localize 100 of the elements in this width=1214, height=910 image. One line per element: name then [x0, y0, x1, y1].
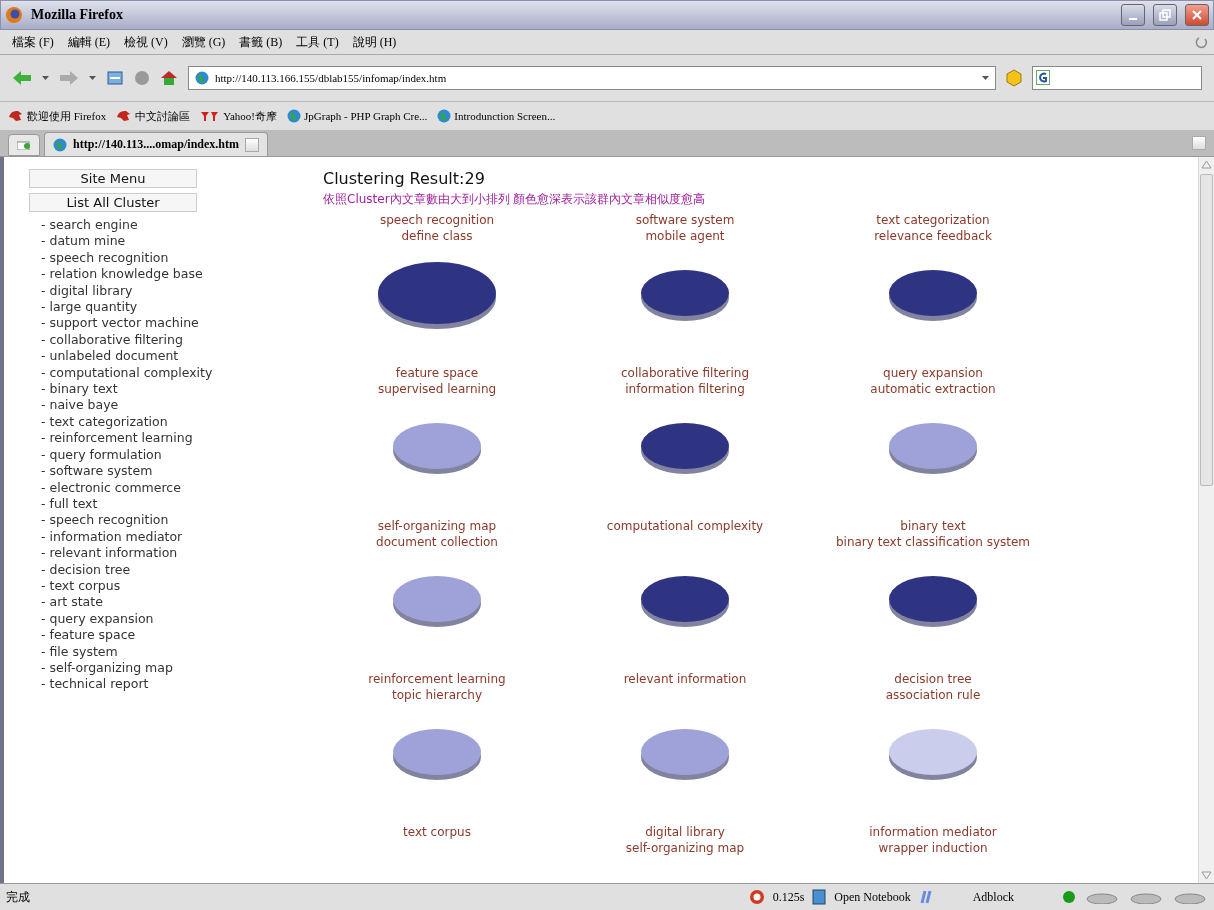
cluster-label[interactable]: binary text classification system — [835, 534, 1031, 550]
cluster-link[interactable]: - software system — [41, 463, 304, 480]
bookmark-item[interactable]: 歡迎使用 Firefox — [8, 108, 107, 124]
shield-icon[interactable] — [1006, 69, 1022, 87]
cluster-link[interactable]: - self-organizing map — [41, 659, 304, 677]
cluster-label[interactable]: text categorization — [876, 212, 990, 228]
address-field[interactable]: http://140.113.166.155/dblab155/infomap/index.htm — [188, 66, 996, 90]
restore-icon — [1159, 9, 1171, 21]
home-icon[interactable] — [160, 70, 178, 86]
cluster-ellipse[interactable] — [641, 423, 729, 475]
cluster-link[interactable]: - decision tree — [41, 561, 304, 578]
globe-icon — [195, 71, 209, 85]
cluster-label[interactable]: supervised learning — [377, 381, 497, 397]
cluster-link[interactable]: - computational complexity — [41, 364, 304, 382]
cluster-label[interactable]: self-organizing map — [625, 840, 745, 856]
dropdown-caret-icon[interactable] — [982, 76, 989, 80]
cluster-label[interactable]: define class — [401, 228, 473, 244]
cluster-label[interactable]: association rule — [885, 687, 981, 703]
menu-item[interactable]: 檔案 (F) — [6, 33, 60, 51]
menu-item[interactable]: 說明 (H) — [346, 33, 403, 51]
cluster-link[interactable]: - relevant information — [41, 545, 304, 562]
dropdown-caret-icon[interactable] — [89, 76, 96, 80]
menu-button[interactable]: Site Menu — [29, 169, 197, 188]
cluster-link[interactable]: - information mediator — [41, 528, 304, 546]
bookmark-item[interactable]: 中文討論區 — [116, 108, 191, 124]
search-field[interactable] — [1032, 66, 1202, 90]
back-icon[interactable] — [12, 70, 32, 86]
notebook-icon[interactable] — [812, 889, 827, 905]
menu-button[interactable]: List All Cluster — [29, 193, 197, 212]
cluster-label[interactable]: information mediator — [869, 824, 997, 840]
cluster-link[interactable]: - text categorization — [41, 413, 304, 431]
cluster-label[interactable]: query expansion — [883, 365, 983, 381]
cluster-label[interactable]: information filtering — [625, 381, 745, 397]
stop-icon[interactable] — [134, 70, 150, 86]
cluster-label[interactable]: software system — [635, 212, 735, 228]
cluster-ellipse[interactable] — [889, 576, 977, 628]
bookmark-item[interactable]: Introdunction Screen... — [437, 109, 556, 123]
cluster-label[interactable]: wrapper induction — [878, 840, 988, 856]
cluster-ellipse[interactable] — [378, 262, 496, 330]
cluster-link[interactable]: - feature space — [41, 627, 304, 644]
cluster-link[interactable]: - reinforcement learning — [41, 430, 304, 447]
cluster-label[interactable]: text corpus — [403, 824, 471, 840]
cluster-link[interactable]: - unlabeled document — [41, 348, 304, 365]
menu-item[interactable]: 編輯 (E) — [61, 33, 116, 51]
cluster-link[interactable]: - query expansion — [41, 610, 304, 628]
dropdown-caret-icon[interactable] — [42, 76, 49, 80]
cluster-label[interactable]: document collection — [376, 534, 498, 550]
cluster-link[interactable]: - speech recognition — [41, 512, 304, 529]
menu-item[interactable]: 檢視 (V) — [118, 33, 174, 51]
cluster-link[interactable]: - datum mine — [41, 233, 304, 250]
cluster-label[interactable]: computational complexity — [606, 518, 764, 534]
cluster-ellipse[interactable] — [889, 270, 977, 322]
cluster-link[interactable]: - binary text — [41, 381, 304, 398]
menu-item[interactable]: 書籤 (B) — [233, 33, 289, 51]
cluster-link[interactable]: - search engine — [41, 217, 304, 234]
restore-button[interactable] — [1153, 4, 1177, 26]
scrollbar-thumb[interactable] — [1200, 174, 1213, 486]
cluster-label[interactable]: automatic extraction — [870, 381, 996, 397]
cluster-link[interactable]: - collaborative filtering — [41, 331, 304, 349]
cluster-label[interactable]: mobile agent — [645, 228, 725, 244]
cluster-label[interactable]: self-organizing map — [377, 518, 497, 534]
cluster-link[interactable]: - digital library — [41, 282, 304, 300]
cluster-link[interactable]: - large quantity — [41, 299, 304, 316]
notebook-link[interactable]: Open Notebook — [834, 889, 911, 905]
cluster-link[interactable]: - naive baye — [41, 397, 304, 414]
cluster-link[interactable]: - speech recognition — [41, 249, 304, 267]
cluster-label[interactable]: relevance feedback — [874, 228, 992, 244]
cluster-link[interactable]: - file system — [41, 643, 304, 660]
close-button[interactable] — [1185, 4, 1209, 26]
cluster-label[interactable]: decision tree — [894, 671, 972, 687]
cluster-label[interactable]: speech recognition — [379, 212, 495, 228]
cluster-link[interactable]: - full text — [41, 495, 304, 513]
new-tab-button[interactable] — [8, 134, 40, 156]
menu-item[interactable]: 工具 (T) — [290, 33, 345, 51]
cluster-label[interactable]: reinforcement learning — [368, 671, 506, 687]
cluster-label[interactable]: digital library — [645, 824, 725, 840]
adblock-link[interactable]: Adblock — [972, 889, 1014, 905]
window-title: Mozilla Firefox — [31, 7, 124, 23]
menu-item[interactable]: 瀏覽 (G) — [175, 33, 232, 51]
cluster-link[interactable]: - electronic commerce — [41, 479, 304, 496]
cluster-link[interactable]: - relation knowledge base — [41, 266, 304, 283]
cluster-label[interactable]: binary text — [900, 518, 966, 534]
cluster-link[interactable]: - art state — [41, 594, 304, 611]
cluster-link[interactable]: - query formulation — [41, 446, 304, 464]
cluster-label[interactable]: collaborative filtering — [621, 365, 749, 381]
cluster-ellipse[interactable] — [641, 576, 729, 628]
browser-tab[interactable]: http://140.113....omap/index.htm — [44, 132, 269, 156]
cluster-link[interactable]: - text corpus — [41, 577, 304, 595]
tab-list-icon[interactable] — [1192, 136, 1206, 150]
cluster-link[interactable]: - technical report — [41, 676, 304, 693]
tab-close-icon[interactable] — [245, 137, 260, 152]
cluster-link[interactable]: - support vector machine — [41, 315, 304, 332]
minimize-button[interactable] — [1121, 4, 1145, 26]
bookmark-item[interactable]: Yahoo!奇摩 — [200, 108, 278, 124]
cluster-label[interactable]: topic hierarchy — [392, 687, 482, 703]
cluster-label[interactable]: relevant information — [623, 671, 747, 687]
cluster-label[interactable]: feature space — [395, 365, 479, 381]
minimize-icon — [1129, 18, 1137, 20]
cluster-ellipse[interactable] — [641, 270, 729, 322]
bookmark-item[interactable]: JpGraph - PHP Graph Cre... — [287, 109, 428, 123]
